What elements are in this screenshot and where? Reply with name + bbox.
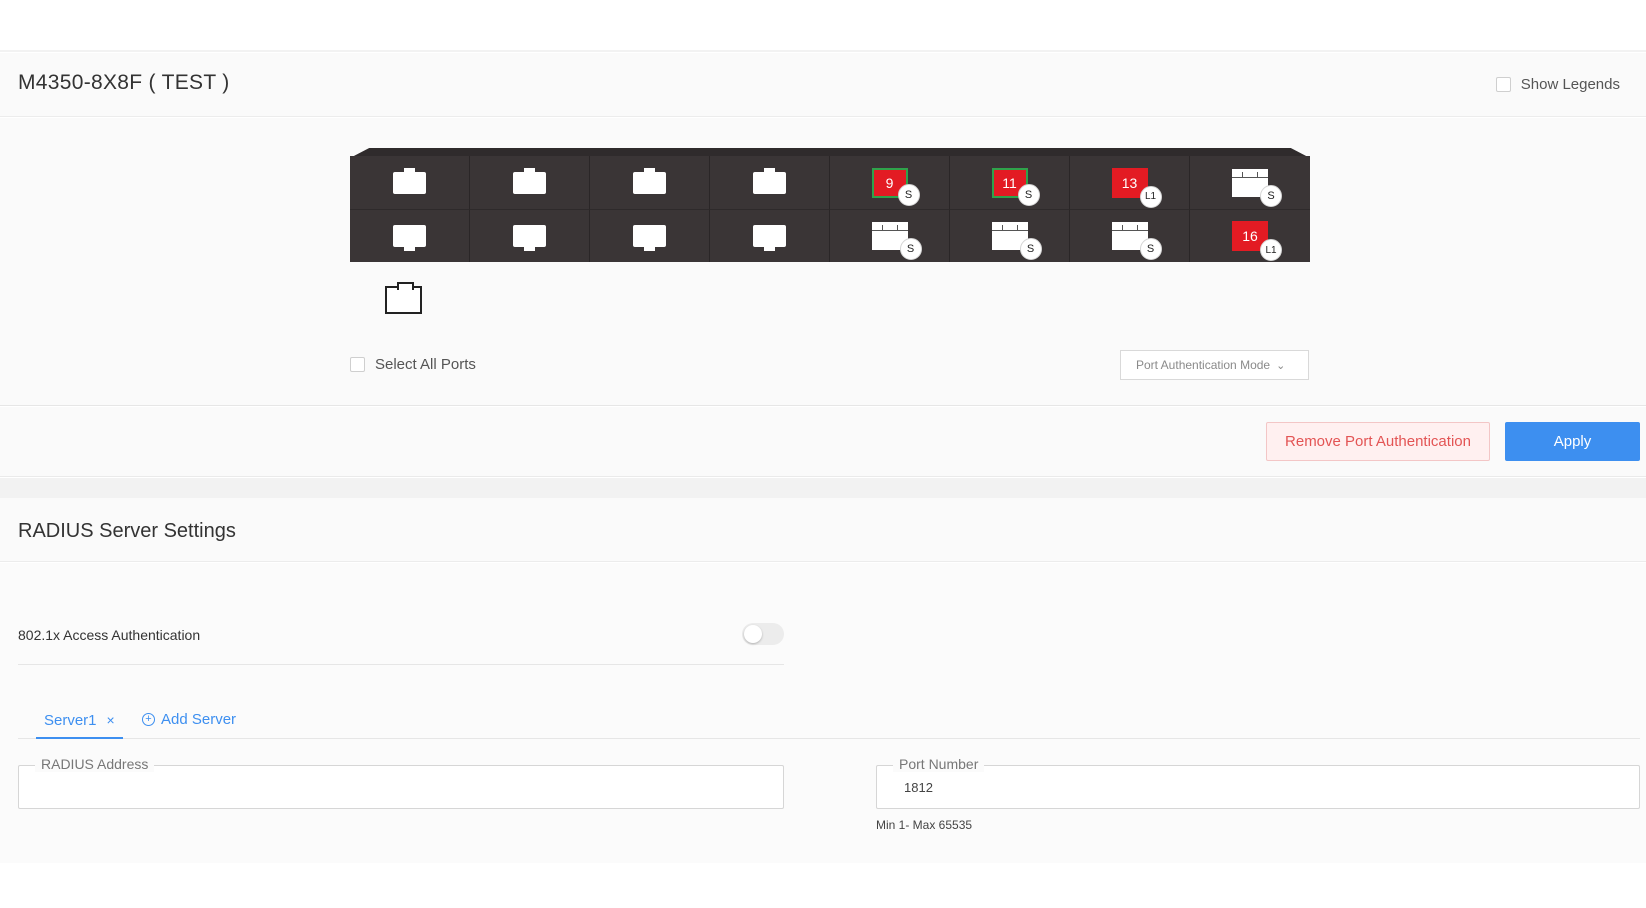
port-cell[interactable]: S <box>1070 209 1190 262</box>
port-cell[interactable] <box>710 209 830 262</box>
selected-port[interactable]: 13 L1 <box>1111 167 1162 208</box>
sfp-port-icon[interactable]: S <box>871 222 922 260</box>
port-cell[interactable]: S <box>830 209 950 262</box>
port-number-label: 9 <box>885 174 894 191</box>
device-header: M4350-8X8F ( TEST ) Show Legends <box>0 53 1646 117</box>
port-number-label: 11 <box>1002 174 1017 191</box>
sfp-port-icon[interactable]: S <box>1232 168 1282 207</box>
rj45-port-icon[interactable] <box>633 167 666 194</box>
port-cell[interactable]: 13 L1 <box>1070 156 1190 209</box>
port-number-label: 16 <box>1242 228 1258 244</box>
port-status-badge: S <box>1019 238 1042 260</box>
port-number-label: 13 <box>1121 174 1138 191</box>
port-status-badge: S <box>899 238 922 260</box>
section-divider <box>0 478 1646 498</box>
port-number-field[interactable]: Port Number 1812 <box>876 756 1640 809</box>
port-cell[interactable] <box>350 209 470 262</box>
port-cell[interactable]: S <box>950 209 1070 262</box>
switch-chassis: 9 S 11 S 13 L1 S S S S 16 L1 <box>350 148 1310 262</box>
port-cell[interactable] <box>470 156 590 209</box>
selected-port[interactable]: 11 S <box>991 167 1040 206</box>
port-cell[interactable] <box>590 209 710 262</box>
selected-port[interactable]: 9S <box>871 167 920 206</box>
access-authentication-row: 802.1x Access Authentication <box>18 623 784 665</box>
server-tabs: Server1 × + Add Server <box>18 703 1640 739</box>
port-number-hint: Min 1- Max 65535 <box>876 818 973 832</box>
radius-settings: 802.1x Access Authentication Server1 × +… <box>0 563 1646 863</box>
rj45-port-icon[interactable] <box>513 225 546 251</box>
port-status-badge: S <box>1139 238 1162 260</box>
port-authentication-mode-select[interactable]: Port Authentication Mode ⌄ <box>1120 350 1309 380</box>
port-authentication-mode-placeholder: Port Authentication Mode <box>1136 358 1271 372</box>
port-cell[interactable] <box>590 156 710 209</box>
management-port-icon[interactable] <box>385 282 422 314</box>
select-all-ports[interactable]: Select All Ports <box>350 356 476 373</box>
switch-panel: 9 S 11 S 13 L1 S S S S 16 L1 Select All Ports Port … <box>0 118 1646 406</box>
action-bar: Remove Port Authentication Apply <box>0 407 1646 477</box>
access-authentication-toggle[interactable] <box>742 623 784 645</box>
sfp-port-icon[interactable]: S <box>1111 222 1162 260</box>
tab-server1-label: Server1 <box>44 711 97 729</box>
select-all-label: Select All Ports <box>375 356 476 373</box>
port-cell[interactable] <box>710 156 830 209</box>
port-cell[interactable]: S <box>1190 156 1310 209</box>
radius-section-title: RADIUS Server Settings <box>18 520 236 542</box>
rj45-port-icon[interactable] <box>393 225 426 251</box>
toggle-knob <box>744 625 762 643</box>
port-cell[interactable]: 11 S <box>950 156 1070 209</box>
device-title: M4350-8X8F ( TEST ) <box>18 71 230 94</box>
add-server-button[interactable]: + Add Server <box>142 711 236 728</box>
selected-port[interactable]: 16 L1 <box>1232 221 1282 261</box>
add-server-label: Add Server <box>161 711 237 728</box>
port-cell[interactable] <box>350 156 470 209</box>
radius-address-field[interactable]: RADIUS Address <box>18 756 784 809</box>
port-status-badge: S <box>897 183 920 206</box>
select-all-checkbox[interactable] <box>350 357 365 372</box>
port-cell[interactable]: 16 L1 <box>1190 209 1310 262</box>
port-cell[interactable]: 9S <box>830 156 950 209</box>
port-number-label: Port Number <box>893 756 985 772</box>
chevron-down-icon: ⌄ <box>1276 359 1286 372</box>
add-circle-icon: + <box>142 713 155 726</box>
apply-button[interactable]: Apply <box>1505 422 1640 461</box>
rj45-port-icon[interactable] <box>633 225 666 251</box>
access-authentication-label: 802.1x Access Authentication <box>18 627 201 643</box>
port-grid: 9 S 11 S 13 L1 S S S S 16 L1 <box>350 156 1310 262</box>
remove-port-authentication-button[interactable]: Remove Port Authentication <box>1266 422 1490 461</box>
close-icon[interactable]: × <box>107 712 115 728</box>
port-cell[interactable] <box>470 209 590 262</box>
port-status-badge: L1 <box>1260 239 1282 261</box>
show-legends-label: Show Legends <box>1520 76 1620 93</box>
rj45-port-icon[interactable] <box>513 167 546 194</box>
top-bar <box>0 0 1646 52</box>
radius-address-label: RADIUS Address <box>35 756 155 772</box>
port-status-badge: S <box>1260 184 1282 207</box>
port-status-badge: S <box>1017 183 1040 206</box>
port-number-value: 1812 <box>904 780 933 795</box>
tab-server1[interactable]: Server1 × <box>36 703 123 739</box>
radius-header: RADIUS Server Settings <box>0 498 1646 562</box>
sfp-port-icon[interactable]: S <box>991 222 1042 260</box>
show-legends-checkbox[interactable] <box>1495 77 1511 92</box>
show-legends-toggle[interactable]: Show Legends <box>1495 76 1620 93</box>
port-status-badge: L1 <box>1139 185 1162 208</box>
rj45-port-icon[interactable] <box>753 225 786 251</box>
rj45-port-icon[interactable] <box>753 167 786 194</box>
rj45-port-icon[interactable] <box>393 167 426 194</box>
